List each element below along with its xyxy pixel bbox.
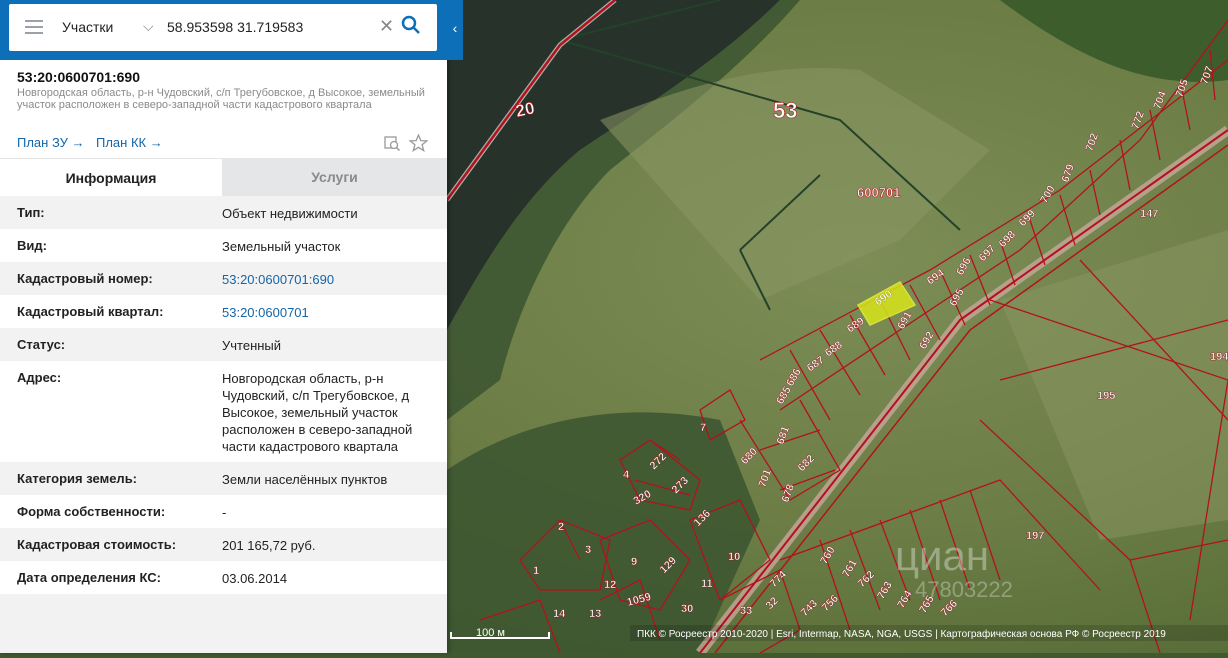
svg-text:2: 2 xyxy=(558,521,564,533)
info-label: Адрес: xyxy=(17,370,62,385)
info-value: - xyxy=(222,505,227,520)
info-row-partial xyxy=(0,594,447,653)
info-row: Вид: Земельный участок xyxy=(0,229,447,262)
info-row: Статус: Учтенный xyxy=(0,328,447,361)
info-row: Кадастровая стоимость: 201 165,72 руб. xyxy=(0,528,447,561)
info-value: Земельный участок xyxy=(222,239,341,254)
info-label: Категория земель: xyxy=(17,471,138,486)
info-row: Адрес: Новгородская область, р-н Чудовск… xyxy=(0,361,447,462)
cadastral-number-link[interactable]: 53:20:0600701:690 xyxy=(222,271,427,288)
search-type-select[interactable]: Участки xyxy=(62,19,113,35)
svg-text:147: 147 xyxy=(1140,208,1158,220)
info-label: Форма собственности: xyxy=(17,504,166,519)
info-value: Объект недвижимости xyxy=(222,206,358,221)
watermark-id: 47803222 xyxy=(915,577,1013,602)
menu-icon[interactable] xyxy=(25,20,43,34)
info-label: Вид: xyxy=(17,238,47,253)
info-row: Форма собственности: - xyxy=(0,495,447,528)
scale-label: 100 м xyxy=(476,627,505,639)
clear-icon[interactable]: ✕ xyxy=(379,16,394,37)
tab-services[interactable]: Услуги xyxy=(222,158,447,196)
svg-text:194: 194 xyxy=(1210,351,1228,363)
svg-text:12: 12 xyxy=(604,579,616,591)
svg-text:30: 30 xyxy=(681,603,693,615)
search-bar: Участки ⌵ 58.953598 31.719583 ✕ xyxy=(0,0,447,60)
tab-info[interactable]: Информация xyxy=(0,158,222,197)
info-row: Дата определения КС: 03.06.2014 xyxy=(0,561,447,594)
info-value: Новгородская область, р-н Чудовский, с/п… xyxy=(222,371,413,454)
cadastral-quarter-link[interactable]: 53:20:0600701 xyxy=(222,304,427,321)
svg-text:14: 14 xyxy=(553,608,566,620)
info-label: Кадастровая стоимость: xyxy=(17,537,177,552)
svg-text:197: 197 xyxy=(1026,530,1044,542)
map-search-icon[interactable] xyxy=(383,134,401,157)
search-box: Участки ⌵ 58.953598 31.719583 ✕ xyxy=(9,4,437,51)
info-label: Кадастровый номер: xyxy=(17,271,153,286)
svg-text:33: 33 xyxy=(740,605,752,617)
search-input[interactable]: 58.953598 31.719583 xyxy=(167,19,303,35)
svg-text:10: 10 xyxy=(728,551,740,563)
svg-text:9: 9 xyxy=(631,556,637,568)
info-label: Кадастровый квартал: xyxy=(17,304,164,319)
road-label: 20 xyxy=(514,98,536,121)
plan-kk-link[interactable]: План КК → xyxy=(96,135,163,150)
svg-text:195: 195 xyxy=(1097,390,1115,402)
region-label: 53 xyxy=(773,98,797,123)
svg-text:11: 11 xyxy=(701,578,713,590)
parcel-title: 53:20:0600701:690 xyxy=(17,69,140,85)
info-value: 201 165,72 руб. xyxy=(222,538,316,553)
watermark: циан xyxy=(895,532,989,579)
info-row: Кадастровый номер: 53:20:0600701:690 xyxy=(0,262,447,295)
chevron-down-icon[interactable]: ⌵ xyxy=(143,18,154,35)
info-label: Статус: xyxy=(17,337,66,352)
quarter-label: 600701 xyxy=(857,185,900,200)
info-value: 03.06.2014 xyxy=(222,571,288,586)
info-value: Учтенный xyxy=(222,338,282,353)
search-icon[interactable] xyxy=(401,15,421,40)
svg-text:1: 1 xyxy=(533,565,539,577)
map-attribution: ПКК © Росреестр 2010-2020 | Esri, Interm… xyxy=(637,628,1166,640)
parcel-description: Новгородская область, р-н Чудовский, с/п… xyxy=(17,87,425,111)
info-label: Дата определения КС: xyxy=(17,570,161,585)
info-panel: Участки ⌵ 58.953598 31.719583 ✕ 53:20:06… xyxy=(0,0,447,653)
svg-text:4: 4 xyxy=(623,469,630,481)
svg-text:3: 3 xyxy=(585,544,591,556)
info-label: Тип: xyxy=(17,205,45,220)
info-value: Земли населённых пунктов xyxy=(222,472,388,487)
info-row: Кадастровый квартал: 53:20:0600701 xyxy=(0,295,447,328)
svg-text:13: 13 xyxy=(589,608,601,620)
info-row: Категория земель: Земли населённых пункт… xyxy=(0,462,447,495)
info-row: Тип: Объект недвижимости xyxy=(0,196,447,229)
svg-text:7: 7 xyxy=(700,422,706,434)
tabs: Информация Услуги xyxy=(0,158,447,197)
star-icon[interactable] xyxy=(408,133,429,157)
collapse-panel-button[interactable]: ‹ xyxy=(447,0,463,60)
plan-zu-link[interactable]: План ЗУ → xyxy=(17,135,85,150)
